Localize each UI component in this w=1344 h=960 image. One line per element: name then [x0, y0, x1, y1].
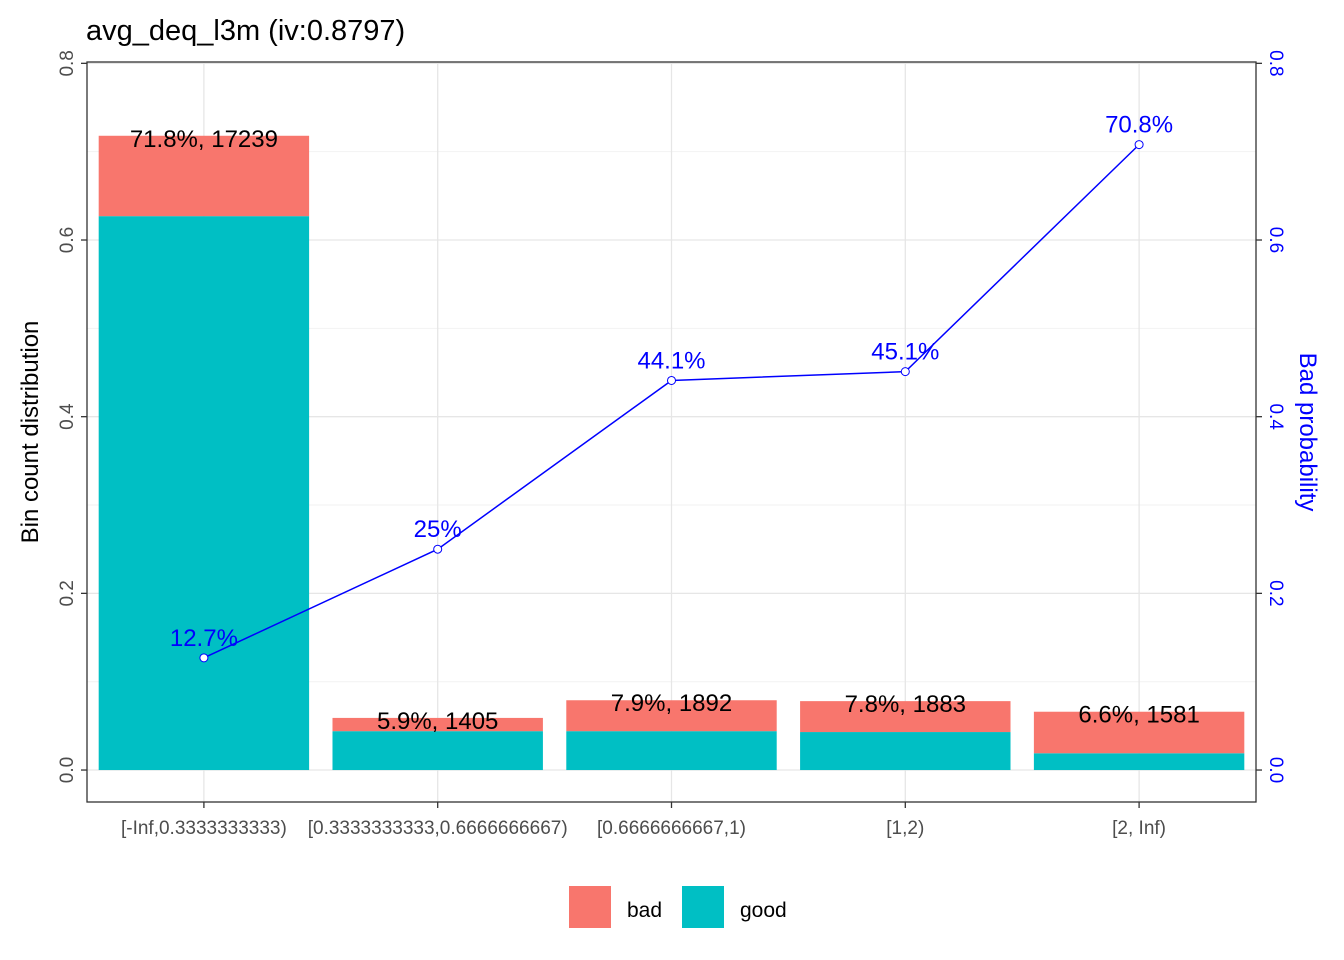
secondary-y-axis-tick-label: 0.4 — [1265, 403, 1286, 430]
secondary-y-axis-tick-label: 0.0 — [1265, 757, 1286, 783]
bad-probability-label: 12.7% — [170, 625, 238, 652]
secondary-y-axis-tick-label: 0.6 — [1265, 227, 1286, 253]
bar-data-label: 7.9%, 1892 — [611, 690, 732, 717]
x-axis-tick-label: [2, Inf) — [1112, 818, 1166, 839]
bad-probability-point — [900, 367, 910, 377]
bad-probability-point — [667, 375, 676, 385]
bar-good-segment — [98, 216, 310, 771]
y-axis-tick-label: 0.4 — [57, 403, 78, 430]
bad-probability-label: 44.1% — [637, 347, 705, 374]
bar-good-segment — [332, 731, 543, 771]
secondary-y-axis-tick-label: 0.8 — [1265, 50, 1286, 76]
y-axis-tick-label: 0.0 — [57, 757, 78, 783]
bar-good-segment — [1033, 753, 1245, 771]
bad-probability-point — [433, 544, 443, 554]
y-axis-tick-label: 0.8 — [57, 50, 78, 76]
x-axis-tick-label: [0.3333333333,0.6666666667) — [308, 818, 568, 839]
bar-data-label: 7.8%, 1883 — [845, 691, 966, 718]
legend-key-good — [682, 886, 724, 928]
bar-data-label: 5.9%, 1405 — [377, 708, 498, 735]
x-axis-tick-label: [-Inf,0.3333333333) — [121, 818, 287, 839]
secondary-y-axis-title: Bad probability — [1294, 353, 1321, 512]
y-axis-title: Bin count distribution — [17, 321, 44, 544]
x-axis-tick-label: [0.6666666667,1) — [597, 818, 746, 839]
bar-good-segment — [800, 732, 1011, 771]
bar-data-label: 6.6%, 1581 — [1078, 702, 1199, 729]
chart-svg: avg_deq_l3m (iv:0.8797) 71.8%, 17239 5.9%… — [17, 15, 1321, 928]
chart-title: avg_deq_l3m (iv:0.8797) — [86, 15, 405, 47]
x-axis-tick-label: [1,2) — [886, 818, 924, 839]
secondary-y-axis-tick-label: 0.2 — [1265, 580, 1286, 606]
legend-label-bad: bad — [627, 899, 662, 922]
bar-data-label: 71.8%, 17239 — [130, 126, 278, 153]
bar-good-segment — [566, 731, 777, 771]
legend-label-good: good — [740, 899, 787, 922]
legend: bad good — [569, 886, 787, 928]
bad-probability-point — [199, 653, 209, 663]
bad-probability-label: 45.1% — [871, 339, 939, 366]
y-axis-tick-label: 0.2 — [57, 580, 78, 606]
bad-probability-label: 25% — [414, 516, 462, 543]
bad-probability-point — [1134, 140, 1144, 150]
bad-probability-label: 70.8% — [1105, 112, 1173, 139]
legend-key-bad — [569, 886, 611, 928]
y-axis-tick-label: 0.6 — [57, 227, 78, 253]
chart: avg_deq_l3m (iv:0.8797) 71.8%, 17239 5.9%… — [0, 0, 1344, 960]
